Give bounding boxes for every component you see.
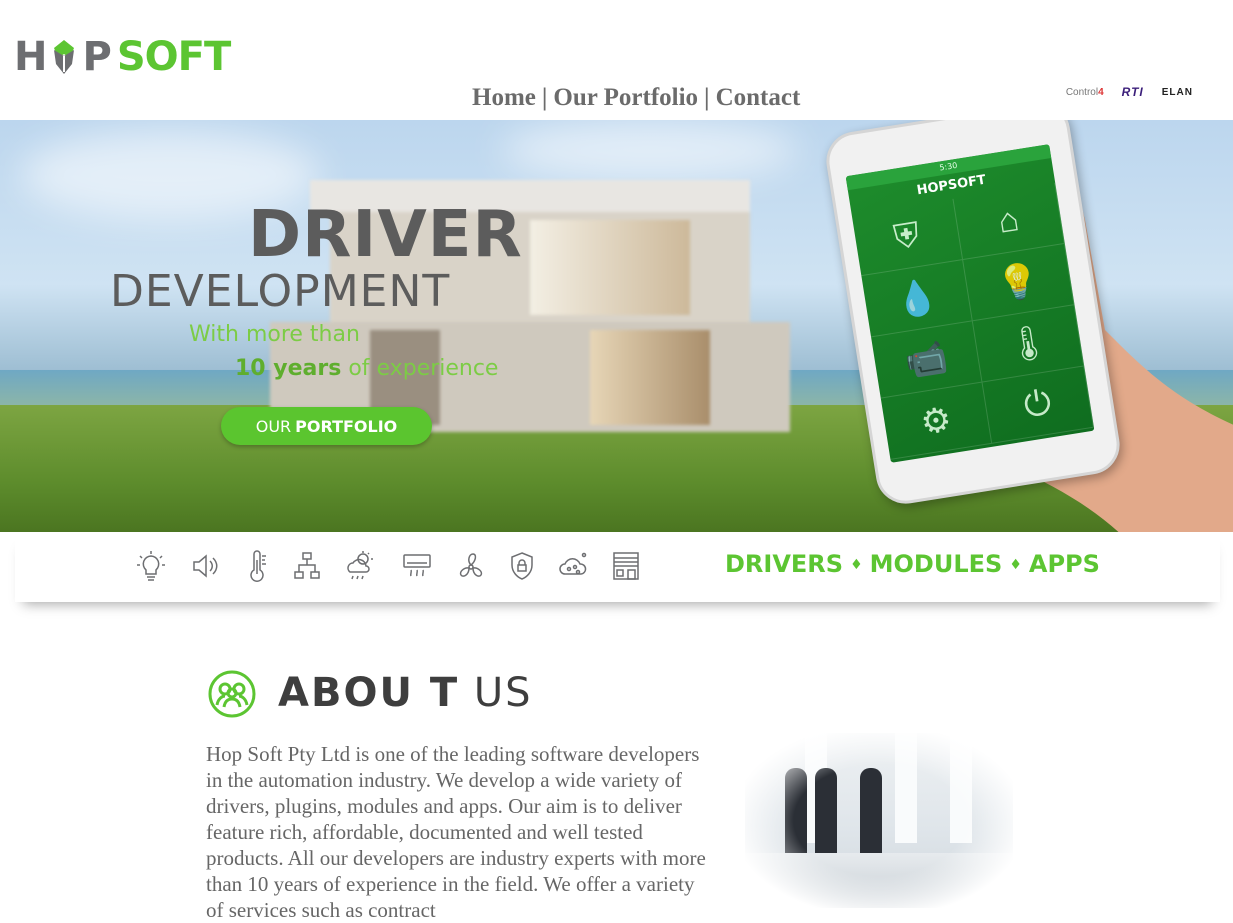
hop-leaf-icon: ♦ — [1009, 557, 1022, 573]
drivers-modules-apps-tagline: DRIVERS ♦ MODULES ♦ APPS — [725, 550, 1100, 578]
control4-logo: Control4 — [1066, 87, 1104, 98]
air-conditioner-icon — [403, 554, 431, 577]
hero-title: DRIVER — [248, 198, 523, 272]
logo-letter-p: P — [82, 34, 111, 80]
security-lock-icon — [511, 552, 533, 580]
logo-letter-h: H — [14, 34, 47, 80]
network-icon — [294, 552, 320, 579]
building-icon — [613, 552, 639, 580]
elan-logo: ELAN — [1161, 86, 1193, 98]
features-strip: DRIVERS ♦ MODULES ♦ APPS — [15, 532, 1220, 602]
hero-experience: of experience — [348, 356, 499, 381]
speaker-icon — [193, 554, 218, 578]
nav-contact[interactable]: Contact — [716, 84, 801, 111]
hopsoft-logo[interactable]: H P SOFT — [14, 34, 231, 80]
control4-logo-text: Control — [1065, 86, 1099, 98]
tagline-apps: APPS — [1028, 550, 1100, 578]
thermometer-icon — [250, 550, 266, 582]
logo-soft: SOFT — [116, 34, 231, 80]
rti-logo: RTI — [1121, 85, 1144, 99]
nav-separator: | — [541, 84, 548, 111]
tagline-modules: MODULES — [869, 550, 1003, 578]
nav-our-portfolio[interactable]: Our Portfolio — [553, 84, 698, 111]
hero-years: 10 years — [235, 356, 342, 381]
light-bulb-icon — [137, 551, 165, 581]
our-portfolio-button[interactable]: OUR PORTFOLIO — [221, 407, 432, 445]
main-nav: Home | Our Portfolio | Contact — [472, 84, 800, 112]
tagline-drivers: DRIVERS — [725, 550, 844, 578]
weather-icon — [347, 551, 373, 580]
team-icon — [208, 670, 256, 718]
cloud-network-icon — [559, 552, 587, 575]
control4-logo-mark: 4 — [1098, 86, 1104, 98]
nav-home[interactable]: Home — [472, 84, 536, 111]
hop-cone-icon — [54, 40, 75, 74]
hero-tagline-1: With more than — [189, 322, 360, 347]
cloud — [500, 120, 800, 180]
nav-separator: | — [704, 84, 710, 111]
partner-brands: Control4 RTI ELAN — [1066, 85, 1193, 99]
hero-subtitle: DEVELOPMENT — [110, 266, 451, 317]
button-label-light: OUR — [255, 416, 292, 436]
about-title-light: US — [473, 670, 533, 716]
phone-screen: 5:30 HOPSOFT ⛨ ⌂ 💧 💡 📹 🌡 ⚙ ⏻ — [845, 144, 1095, 463]
about-title-bold: ABOU T — [278, 670, 460, 716]
fan-icon — [459, 553, 483, 577]
about-us-title: ABOU T US — [278, 670, 533, 716]
office-team-photo — [745, 733, 1013, 908]
hop-leaf-icon: ♦ — [850, 557, 863, 573]
button-label-bold: PORTFOLIO — [295, 416, 398, 436]
about-us-text: Hop Soft Pty Ltd is one of the leading s… — [206, 742, 706, 922]
hero-tagline-2: 10 years of experience — [235, 356, 498, 381]
hero-banner: DRIVER DEVELOPMENT With more than 10 yea… — [0, 120, 1233, 532]
